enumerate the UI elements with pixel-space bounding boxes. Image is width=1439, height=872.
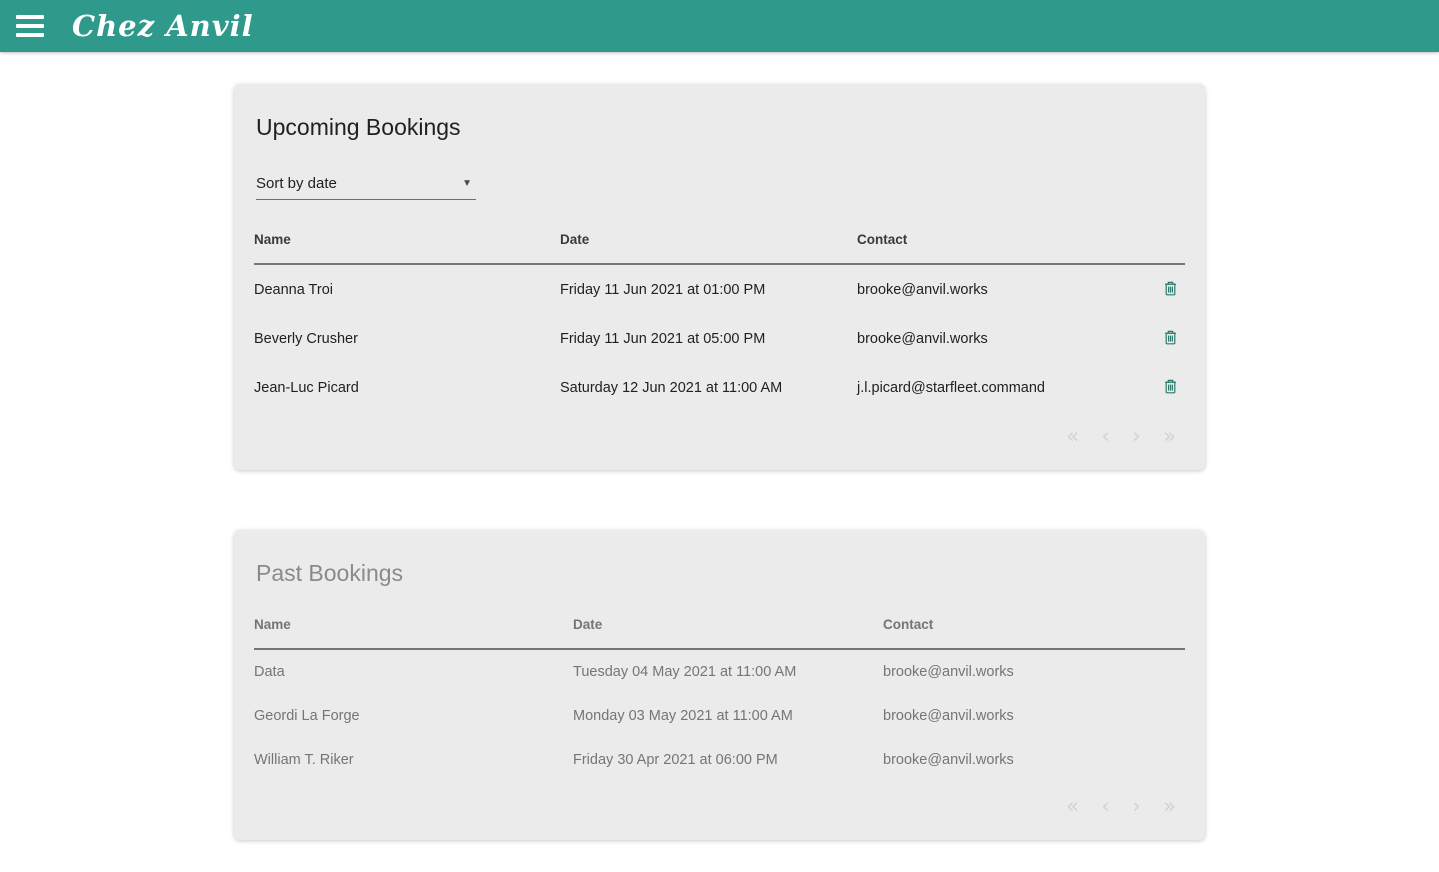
booking-row: Jean-Luc Picard Saturday 12 Jun 2021 at … [254,363,1185,412]
booking-contact: brooke@anvil.works [883,738,1185,782]
delete-booking-button[interactable] [1162,279,1179,298]
booking-name: Deanna Troi [254,264,560,314]
next-page-button[interactable]: › [1123,794,1149,818]
hamburger-icon [16,15,44,19]
booking-contact: j.l.picard@starfleet.command [857,363,1145,412]
delete-booking-button[interactable] [1162,377,1179,396]
table-header-row: Name Date Contact [254,611,1185,649]
booking-row: Data Tuesday 04 May 2021 at 11:00 AM bro… [254,649,1185,694]
next-page-button[interactable]: › [1123,424,1149,448]
booking-date: Monday 03 May 2021 at 11:00 AM [573,694,883,738]
booking-row: William T. Riker Friday 30 Apr 2021 at 0… [254,738,1185,782]
booking-date: Saturday 12 Jun 2021 at 11:00 AM [560,363,857,412]
column-header-contact: Contact [857,226,1145,264]
column-header-date: Date [560,226,857,264]
last-page-button[interactable]: » [1154,424,1185,448]
booking-name: William T. Riker [254,738,573,782]
upcoming-pagination: « ‹ › » [254,424,1185,448]
past-bookings-table: Name Date Contact Data Tuesday 04 May 20… [254,611,1185,782]
booking-row: Deanna Troi Friday 11 Jun 2021 at 01:00 … [254,264,1185,314]
booking-contact: brooke@anvil.works [857,264,1145,314]
booking-name: Geordi La Forge [254,694,573,738]
booking-date: Tuesday 04 May 2021 at 11:00 AM [573,649,883,694]
booking-contact: brooke@anvil.works [883,649,1185,694]
sort-select-value: Sort by date [256,175,337,192]
first-page-button[interactable]: « [1057,424,1088,448]
caret-down-icon: ▼ [462,178,472,189]
app-logo: Chez Anvil [72,9,254,43]
first-page-button[interactable]: « [1057,794,1088,818]
previous-page-button[interactable]: ‹ [1092,794,1118,818]
trash-icon [1164,379,1177,394]
app-bar: Chez Anvil [0,0,1439,52]
past-bookings-card: Past Bookings Name Date Contact Data Tue… [234,530,1205,840]
trash-icon [1164,281,1177,296]
booking-row: Beverly Crusher Friday 11 Jun 2021 at 05… [254,314,1185,363]
booking-contact: brooke@anvil.works [883,694,1185,738]
upcoming-bookings-title: Upcoming Bookings [256,114,1183,141]
column-header-name: Name [254,611,573,649]
booking-name: Beverly Crusher [254,314,560,363]
upcoming-bookings-table: Name Date Contact Deanna Troi Friday 11 … [254,226,1185,412]
booking-date: Friday 11 Jun 2021 at 01:00 PM [560,264,857,314]
previous-page-button[interactable]: ‹ [1092,424,1118,448]
booking-date: Friday 11 Jun 2021 at 05:00 PM [560,314,857,363]
column-header-actions [1145,226,1185,264]
column-header-date: Date [573,611,883,649]
booking-row: Geordi La Forge Monday 03 May 2021 at 11… [254,694,1185,738]
booking-name: Data [254,649,573,694]
delete-booking-button[interactable] [1162,328,1179,347]
upcoming-bookings-card: Upcoming Bookings Sort by date ▼ Name Da… [234,84,1205,470]
last-page-button[interactable]: » [1154,794,1185,818]
column-header-name: Name [254,226,560,264]
booking-name: Jean-Luc Picard [254,363,560,412]
booking-date: Friday 30 Apr 2021 at 06:00 PM [573,738,883,782]
column-header-contact: Contact [883,611,1185,649]
booking-contact: brooke@anvil.works [857,314,1145,363]
table-header-row: Name Date Contact [254,226,1185,264]
hamburger-menu-button[interactable] [16,14,46,38]
trash-icon [1164,330,1177,345]
sort-by-date-select[interactable]: Sort by date ▼ [256,175,476,200]
past-pagination: « ‹ › » [254,794,1185,818]
past-bookings-title: Past Bookings [256,560,1183,587]
